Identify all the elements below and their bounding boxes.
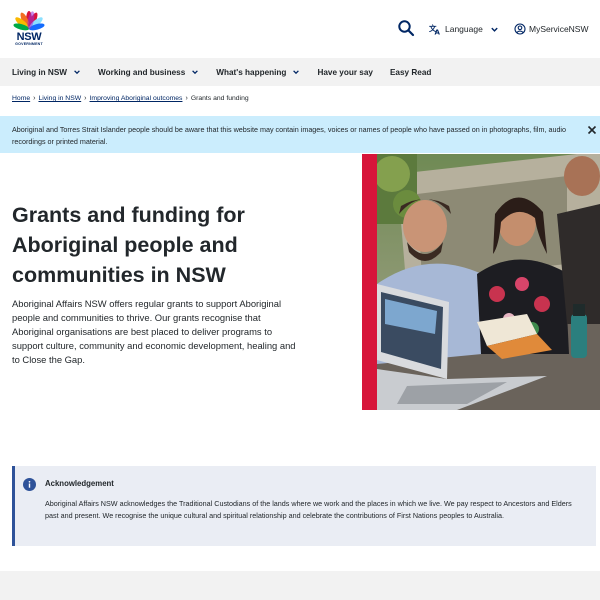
nsw-logo[interactable]: NSW GOVERNMENT	[11, 9, 47, 49]
acknowledgement-title: Acknowledgement	[45, 479, 114, 488]
chevron-down-icon	[293, 70, 300, 75]
info-icon	[23, 478, 36, 491]
cultural-warning-text: Aboriginal and Torres Strait Islander pe…	[12, 125, 567, 146]
breadcrumb-link-living-in-nsw[interactable]: Living in NSW	[38, 95, 81, 102]
chevron-down-icon	[74, 70, 80, 75]
account-icon	[514, 23, 526, 35]
acknowledgement-text: Aboriginal Affairs NSW acknowledges the …	[45, 499, 572, 520]
nav-item-label: Living in NSW	[12, 67, 68, 77]
logo-subtext: GOVERNMENT	[15, 42, 43, 46]
breadcrumb-link-home[interactable]: Home	[12, 95, 30, 102]
hero-accent-bar	[362, 154, 377, 410]
nav-item-have-your-say[interactable]: Have your say	[317, 58, 373, 86]
nav-item-working-and-business[interactable]: Working and business	[98, 58, 199, 86]
nav-item-label: Working and business	[98, 67, 186, 77]
nav-item-label: Easy Read	[389, 67, 432, 77]
site-header: NSW GOVERNMENT 文 A Language MyServiceNSW	[0, 0, 600, 58]
main-navigation: Living in NSW Working and business What'…	[0, 58, 600, 86]
chevron-down-icon	[192, 70, 199, 75]
cultural-warning-banner: Aboriginal and Torres Strait Islander pe…	[0, 116, 600, 153]
page-title: Grants and funding for Aboriginal people…	[12, 203, 245, 287]
footer-band	[0, 571, 600, 600]
breadcrumb-current: Grants and funding	[190, 95, 249, 102]
breadcrumb: Home › Living in NSW › Improving Aborigi…	[12, 95, 249, 102]
hero-description: Aboriginal Affairs NSW offers regular gr…	[12, 298, 296, 365]
language-label: Language	[445, 24, 483, 34]
close-icon	[587, 125, 597, 135]
myservicensw-label: MyServiceNSW	[529, 24, 589, 34]
search-icon	[398, 20, 415, 37]
svg-text:A: A	[435, 29, 441, 36]
translate-icon: 文 A	[429, 23, 441, 35]
chevron-right-icon: ›	[33, 95, 36, 102]
chevron-right-icon: ›	[84, 95, 87, 102]
breadcrumb-link-improving-aboriginal-outcomes[interactable]: Improving Aboriginal outcomes	[90, 95, 183, 102]
close-banner-button[interactable]	[586, 123, 598, 135]
nav-item-whats-happening[interactable]: What's happening	[216, 58, 300, 86]
people-with-laptop-photo	[377, 154, 600, 410]
waratah-logo-icon	[13, 11, 45, 31]
language-selector[interactable]: 文 A Language	[429, 21, 499, 37]
nav-item-living-in-nsw[interactable]: Living in NSW	[12, 58, 81, 86]
nav-item-label: What's happening	[216, 67, 287, 77]
nav-item-label: Have your say	[317, 67, 373, 77]
hero-image	[377, 154, 600, 410]
myservicensw-link[interactable]: MyServiceNSW	[514, 21, 589, 37]
chevron-down-icon	[491, 27, 498, 32]
search-button[interactable]	[397, 19, 415, 37]
chevron-right-icon: ›	[185, 95, 188, 102]
nav-item-easy-read[interactable]: Easy Read	[390, 58, 431, 86]
